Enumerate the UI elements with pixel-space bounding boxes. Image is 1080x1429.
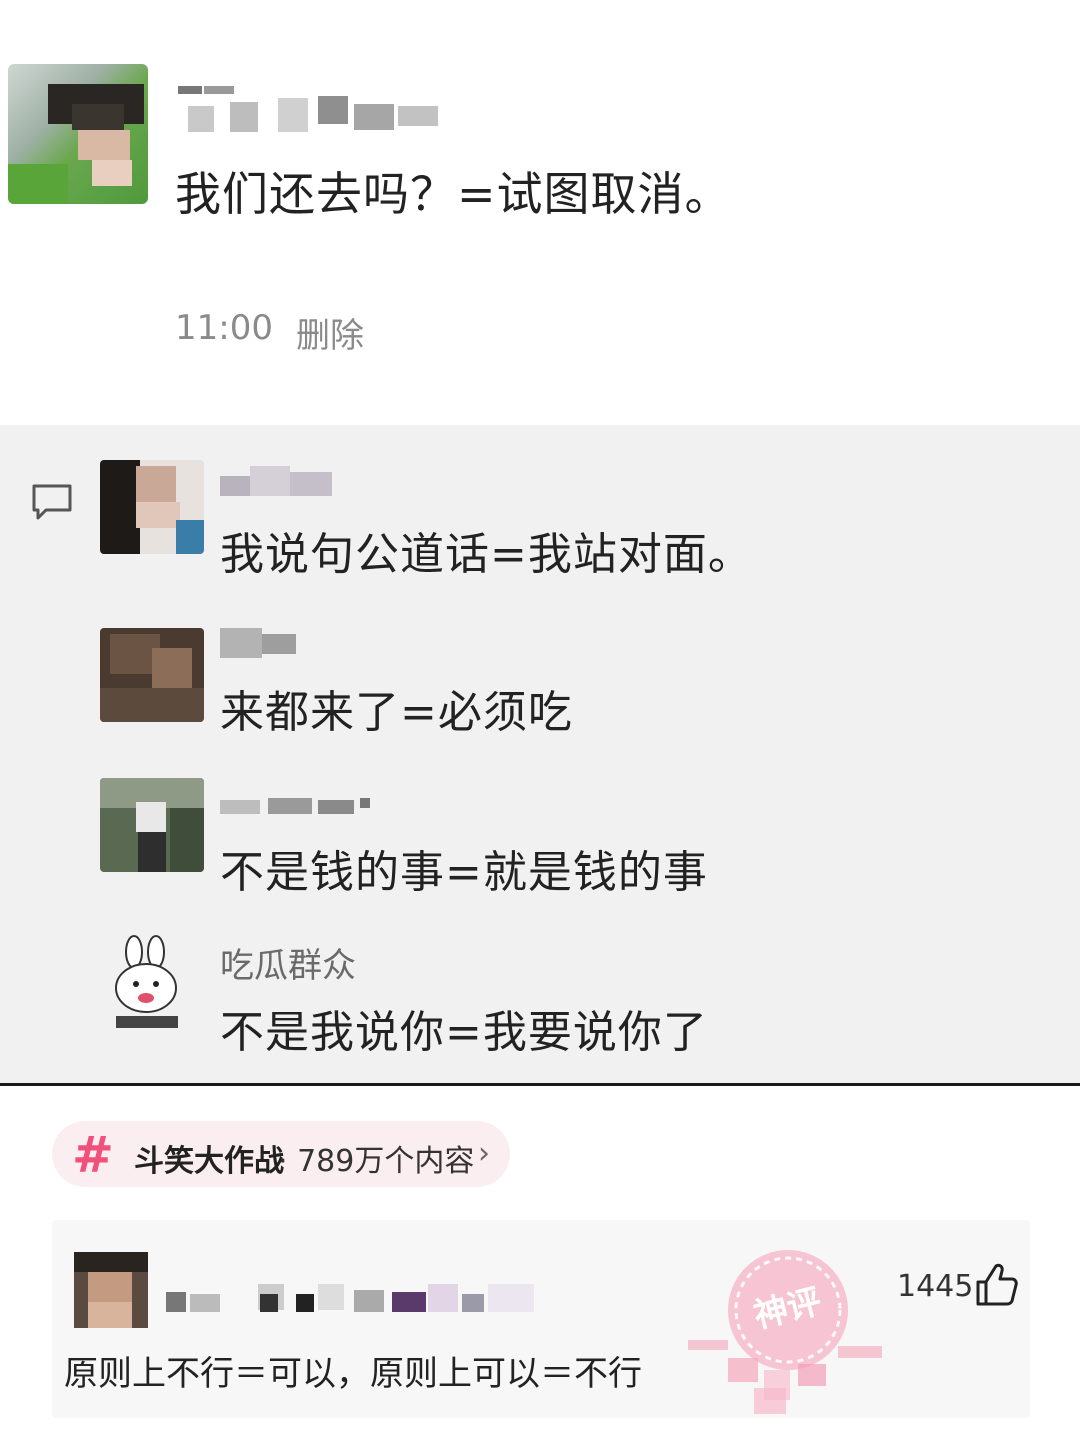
commenter-name-blurred: [220, 628, 298, 658]
post-avatar[interactable]: [8, 64, 148, 204]
delete-button[interactable]: 删除: [296, 308, 364, 357]
topic-count: · 789万个内容: [278, 1144, 475, 1179]
commenter-avatar[interactable]: [100, 778, 204, 872]
reply-content: 原则上不行＝可以，原则上可以＝不行: [64, 1354, 642, 1394]
god-comment-stamp: 神评: [688, 1250, 882, 1414]
comment-text: 不是钱的事=就是钱的事: [220, 847, 708, 898]
chevron-right-icon: ›: [478, 1136, 490, 1171]
commenter-name-blurred: [220, 466, 332, 496]
thumbs-up-icon[interactable]: [972, 1262, 1020, 1308]
comment-text: 我说句公道话=我站对面。: [220, 529, 753, 580]
divider: [0, 1083, 1080, 1086]
topic-name: 斗笑大作战: [134, 1144, 284, 1179]
post-timestamp: 11:00: [175, 308, 273, 348]
commenter-name[interactable]: 吃瓜群众: [220, 938, 356, 987]
post-content: 我们还去吗？=试图取消。: [175, 167, 732, 221]
comment-text: 来都来了=必须吃: [220, 687, 573, 738]
reply-author-blurred: [166, 1284, 538, 1312]
like-count: 1445: [897, 1269, 974, 1304]
commenter-avatar[interactable]: [100, 628, 204, 722]
commenter-name-blurred: [220, 792, 372, 822]
post-author-name-blurred: [178, 78, 458, 138]
commenter-avatar[interactable]: [100, 460, 204, 554]
comment-text: 不是我说你=我要说你了: [220, 1007, 708, 1058]
bunny-avatar[interactable]: [104, 932, 190, 1032]
comment-bubble-icon[interactable]: [30, 482, 74, 522]
hashtag-icon: #: [72, 1126, 114, 1184]
reply-avatar[interactable]: [74, 1252, 148, 1328]
